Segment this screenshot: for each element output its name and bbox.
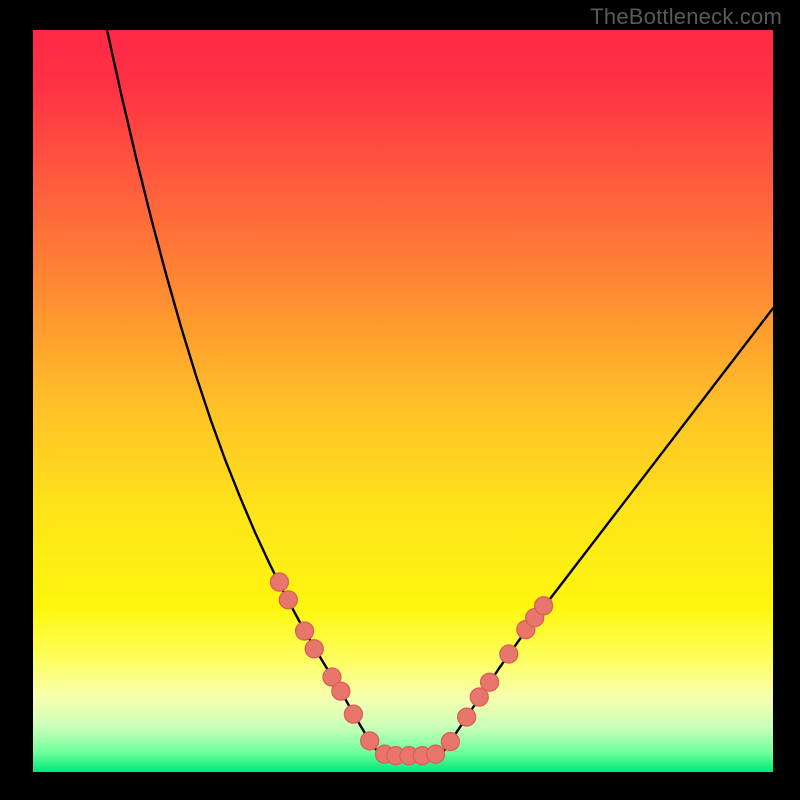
frame-left xyxy=(0,0,33,800)
data-point xyxy=(296,622,314,640)
data-point xyxy=(361,732,379,750)
gradient-background xyxy=(33,30,773,772)
data-point xyxy=(535,597,553,615)
data-point xyxy=(441,733,459,751)
chart-stage: TheBottleneck.com xyxy=(0,0,800,800)
watermark-text: TheBottleneck.com xyxy=(590,4,782,30)
data-point xyxy=(500,645,518,663)
frame-bottom xyxy=(0,772,800,800)
data-point xyxy=(332,682,350,700)
data-point xyxy=(458,708,476,726)
data-point xyxy=(279,591,297,609)
data-point xyxy=(427,745,445,763)
data-point xyxy=(305,640,323,658)
frame-right xyxy=(773,0,800,800)
data-point xyxy=(481,673,499,691)
data-point xyxy=(270,573,288,591)
bottleneck-chart xyxy=(0,0,800,800)
data-point xyxy=(344,705,362,723)
